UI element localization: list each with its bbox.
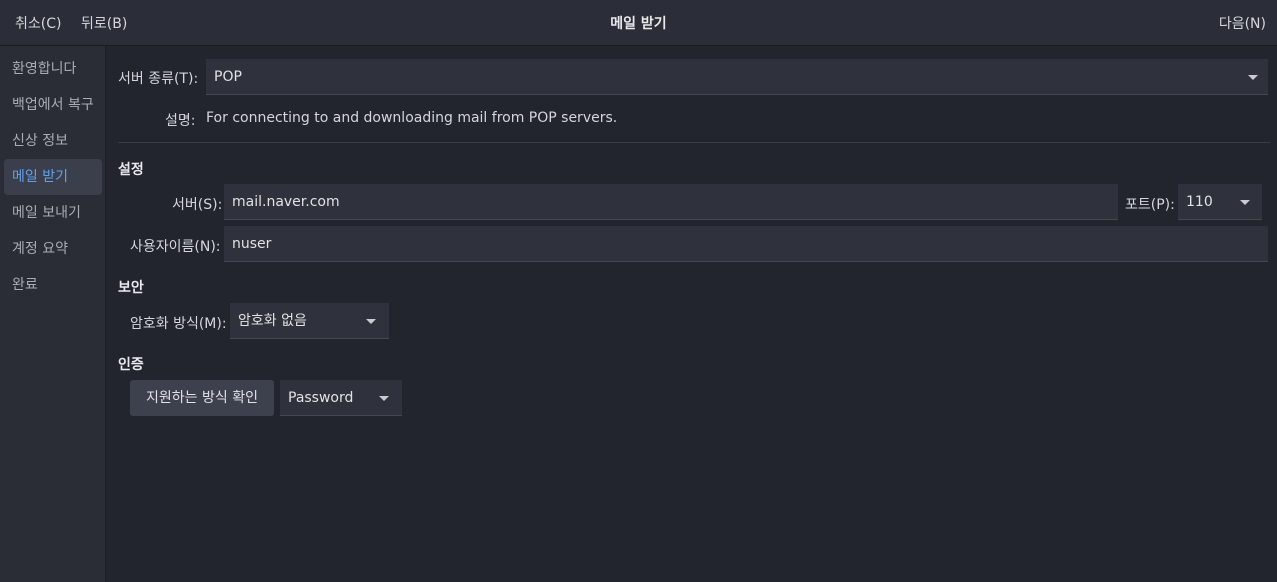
sidebar-item-restore-backup[interactable]: 백업에서 복구	[4, 87, 102, 123]
security-heading: 보안	[118, 280, 144, 296]
sidebar-item-done[interactable]: 완료	[4, 267, 102, 303]
authentication-heading: 인증	[118, 357, 144, 373]
separator	[118, 142, 1270, 143]
server-label: 서버(S):	[172, 197, 223, 213]
encryption-combo[interactable]: 암호화 없음	[230, 303, 389, 339]
sidebar: 환영합니다 백업에서 복구 신상 정보 메일 받기 메일 보내기 계정 요약 완…	[0, 46, 106, 582]
chevron-down-icon	[366, 319, 376, 324]
encryption-label: 암호화 방식(M):	[130, 316, 227, 332]
auth-method-combo[interactable]: Password	[280, 380, 402, 416]
sidebar-item-sending-mail[interactable]: 메일 보내기	[4, 195, 102, 231]
description-label: 설명:	[165, 113, 196, 129]
port-label: 포트(P):	[1125, 197, 1175, 213]
sidebar-item-identity[interactable]: 신상 정보	[4, 123, 102, 159]
sidebar-item-welcome[interactable]: 환영합니다	[4, 51, 102, 87]
sidebar-item-account-summary[interactable]: 계정 요약	[4, 231, 102, 267]
sidebar-item-receiving-mail[interactable]: 메일 받기	[4, 159, 102, 195]
auth-method-value: Password	[288, 390, 354, 406]
username-label: 사용자이름(N):	[130, 239, 221, 255]
encryption-value: 암호화 없음	[238, 313, 307, 329]
main-panel: 서버 종류(T): POP 설명: For connecting to and …	[106, 46, 1277, 582]
account-wizard-window: 취소(C) 뒤로(B) 메일 받기 다음(N) 환영합니다 백업에서 복구 신상…	[0, 0, 1277, 582]
check-supported-methods-button[interactable]: 지원하는 방식 확인	[130, 380, 274, 416]
next-button[interactable]: 다음(N)	[1219, 13, 1266, 33]
username-input-value: nuser	[232, 236, 272, 252]
chevron-down-icon	[379, 396, 389, 401]
server-type-combo[interactable]: POP	[206, 59, 1268, 95]
window-title: 메일 받기	[610, 16, 667, 32]
header-bar: 취소(C) 뒤로(B) 메일 받기 다음(N)	[0, 0, 1277, 46]
port-combo[interactable]: 110	[1178, 184, 1262, 220]
username-input[interactable]: nuser	[224, 226, 1268, 262]
server-input[interactable]: mail.naver.com	[224, 184, 1118, 220]
server-type-label: 서버 종류(T):	[118, 71, 199, 87]
description-text: For connecting to and downloading mail f…	[206, 110, 618, 126]
server-input-value: mail.naver.com	[232, 194, 340, 210]
server-type-value: POP	[214, 69, 242, 85]
chevron-down-icon	[1240, 200, 1250, 205]
settings-heading: 설정	[118, 162, 144, 178]
chevron-down-icon	[1248, 75, 1258, 80]
port-value: 110	[1186, 194, 1213, 210]
